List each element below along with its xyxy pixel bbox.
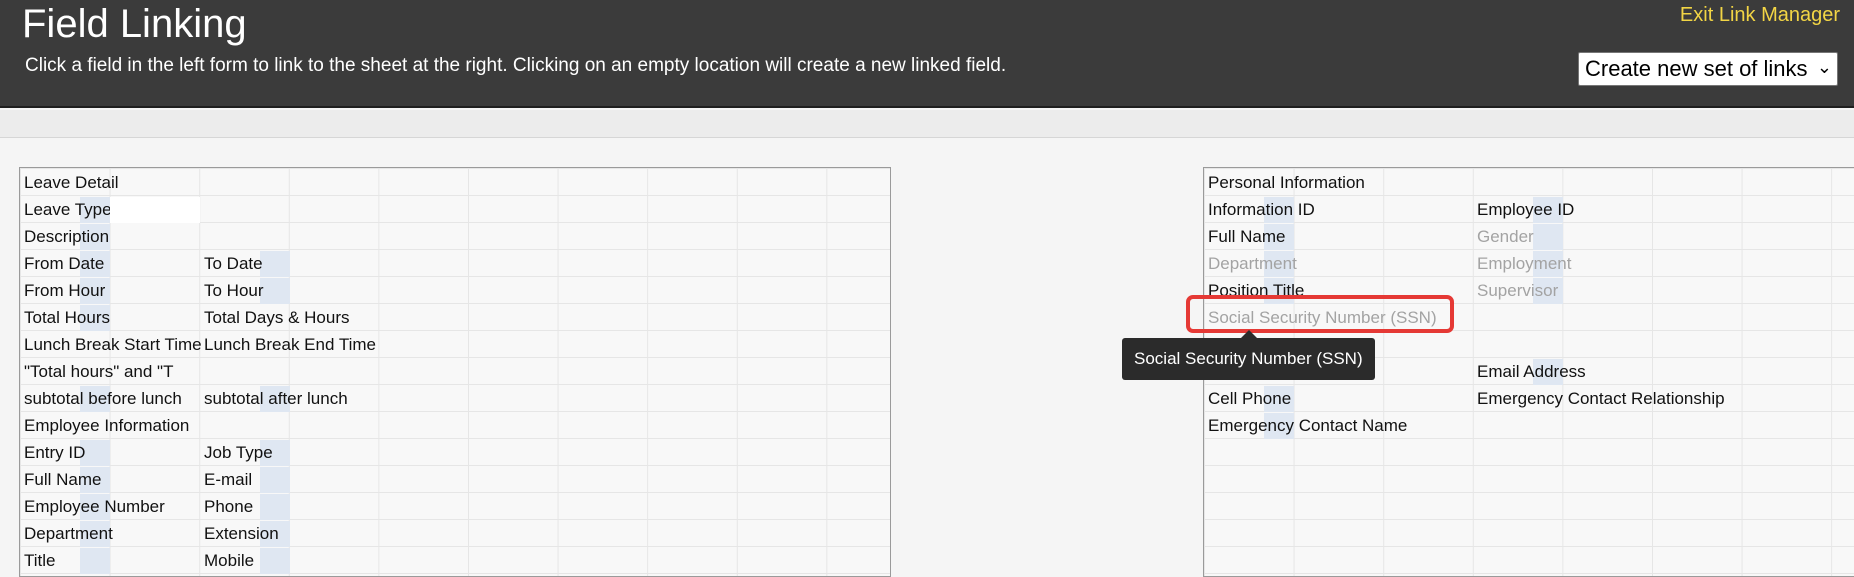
target-gender[interactable]: Gender (1473, 224, 1653, 250)
field-title[interactable]: Title (20, 548, 200, 574)
field-total-hours[interactable]: Total Hours (20, 305, 200, 331)
field-full-name[interactable]: Full Name (20, 467, 200, 493)
field-description[interactable]: Description (20, 224, 200, 250)
target-emergency-contact-relationship[interactable]: Emergency Contact Relationship (1473, 386, 1753, 412)
field-subtotal-after-lunch[interactable]: subtotal after lunch (200, 386, 380, 412)
field-mobile[interactable]: Mobile (200, 548, 380, 574)
field-entry-id[interactable]: Entry ID (20, 440, 200, 466)
target-email-address[interactable]: Email Address (1473, 359, 1653, 385)
field-subtotal-before-lunch[interactable]: subtotal before lunch (20, 386, 200, 412)
page-title: Field Linking (22, 2, 247, 46)
target-information-id[interactable]: Information ID (1204, 197, 1384, 223)
field-total-days-hours[interactable]: Total Days & Hours (200, 305, 380, 331)
link-set-select-value: Create new set of links (1585, 56, 1808, 81)
field-total-hours-note[interactable]: "Total hours" and "T (20, 359, 200, 385)
field-lunch-break-end[interactable]: Lunch Break End Time (200, 332, 400, 358)
target-cell-phone[interactable]: Cell Phone (1204, 386, 1384, 412)
toolbar-strip (0, 110, 1854, 138)
target-position-title[interactable]: Position Title (1204, 278, 1384, 304)
link-set-select[interactable]: Create new set of links ⌄ (1578, 52, 1838, 86)
field-department[interactable]: Department (20, 521, 200, 547)
field-to-date[interactable]: To Date (200, 251, 380, 277)
field-employee-number[interactable]: Employee Number (20, 494, 200, 520)
target-ssn[interactable]: Social Security Number (SSN) (1204, 305, 1454, 331)
section-personal-information[interactable]: Personal Information (1204, 170, 1365, 196)
target-employment[interactable]: Employment (1473, 251, 1653, 277)
field-phone[interactable]: Phone (200, 494, 380, 520)
target-emergency-contact-name[interactable]: Emergency Contact Name (1204, 413, 1407, 439)
app-header: Field Linking Click a field in the left … (0, 0, 1854, 108)
target-full-name[interactable]: Full Name (1204, 224, 1384, 250)
field-leave-type-value[interactable] (110, 197, 200, 223)
exit-link-manager-link[interactable]: Exit Link Manager (1680, 4, 1840, 27)
chevron-down-icon: ⌄ (1816, 57, 1832, 77)
left-form-sheet[interactable]: Leave Detail Leave Type Description From… (19, 167, 891, 577)
section-leave-detail[interactable]: Leave Detail (20, 170, 119, 196)
field-job-type[interactable]: Job Type (200, 440, 380, 466)
page-description: Click a field in the left form to link t… (25, 55, 1007, 76)
target-supervisor[interactable]: Supervisor (1473, 278, 1653, 304)
target-employee-id[interactable]: Employee ID (1473, 197, 1653, 223)
field-lunch-break-start[interactable]: Lunch Break Start Time (20, 332, 202, 358)
field-email[interactable]: E-mail (200, 467, 380, 493)
field-from-date[interactable]: From Date (20, 251, 200, 277)
field-to-hour[interactable]: To Hour (200, 278, 380, 304)
tooltip-arrow (1241, 330, 1257, 338)
target-department[interactable]: Department (1204, 251, 1384, 277)
field-tooltip: Social Security Number (SSN) (1122, 338, 1375, 380)
field-from-hour[interactable]: From Hour (20, 278, 200, 304)
field-extension[interactable]: Extension (200, 521, 380, 547)
section-employee-information[interactable]: Employee Information (20, 413, 189, 439)
